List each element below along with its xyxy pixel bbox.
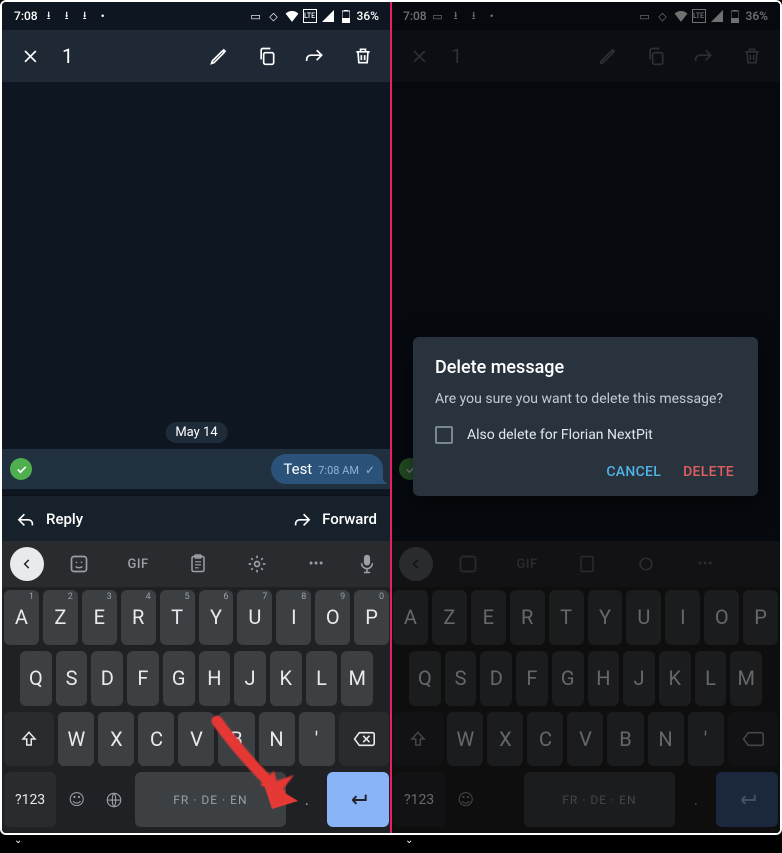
selection-count: 1 xyxy=(62,44,73,68)
keyboard: GIF ••• A1 Z2 E3 R4 T5 Y6 U7 I8 O9 P0 Q … xyxy=(2,541,391,833)
forward-action-button[interactable]: Forward xyxy=(292,510,377,528)
key-t[interactable]: T5 xyxy=(160,590,195,645)
key-o[interactable]: O9 xyxy=(315,590,350,645)
key-i[interactable]: I8 xyxy=(276,590,311,645)
down-icon: ⭳ xyxy=(60,9,74,23)
down-icon: ⭳ xyxy=(78,9,92,23)
key-g[interactable]: G xyxy=(163,651,195,706)
key-n[interactable]: N xyxy=(259,712,295,767)
dot-icon: • xyxy=(96,9,110,23)
key-row-4: ?123 ☺ FR · DE · EN . xyxy=(2,769,391,833)
key-e[interactable]: E3 xyxy=(82,590,117,645)
status-time: 7:08 xyxy=(14,9,38,23)
sent-check-icon: ✓ xyxy=(365,463,375,477)
nav-chevron-icon: ⌄ xyxy=(405,835,413,853)
close-button[interactable] xyxy=(8,34,52,78)
more-button[interactable]: ••• xyxy=(288,541,345,587)
also-delete-label: Also delete for Florian NextPit xyxy=(467,427,653,443)
key-x[interactable]: X xyxy=(98,712,134,767)
selected-check-icon[interactable] xyxy=(10,458,32,480)
key-d[interactable]: D xyxy=(91,651,123,706)
right-pane: 7:08 ▭ ⭳ ⭳ • ▭ ◇ LTE 36% 1 xyxy=(391,2,780,833)
key-r[interactable]: R4 xyxy=(121,590,156,645)
key-y[interactable]: Y6 xyxy=(199,590,234,645)
message-bubble[interactable]: Test 7:08 AM ✓ xyxy=(271,454,383,484)
vibrate-icon: ◇ xyxy=(267,9,281,23)
down-icon: ⭳ xyxy=(42,9,56,23)
message-time: 7:08 AM xyxy=(318,464,359,477)
left-pane: 7:08 ⭳ ⭳ ⭳ • ▭ ◇ LTE 36% 1 xyxy=(2,2,391,833)
gif-button[interactable]: GIF xyxy=(109,541,166,587)
edit-button[interactable] xyxy=(197,34,241,78)
key-a[interactable]: A1 xyxy=(4,590,39,645)
forward-icon xyxy=(292,511,312,527)
clipboard-button[interactable] xyxy=(169,541,226,587)
key-backspace[interactable] xyxy=(339,712,389,767)
reply-button[interactable]: Reply xyxy=(16,510,83,528)
key-l[interactable]: L xyxy=(306,651,338,706)
key-row-2: Q S D F G H J K L M xyxy=(2,648,391,709)
key-b[interactable]: B xyxy=(218,712,254,767)
pane-divider xyxy=(390,2,392,833)
key-row-3: W X C V B N ' xyxy=(2,709,391,770)
copy-button[interactable] xyxy=(245,34,289,78)
selection-action-bar: 1 xyxy=(2,30,391,82)
key-row-1: A1 Z2 E3 R4 T5 Y6 U7 I8 O9 P0 xyxy=(2,587,391,648)
reply-label: Reply xyxy=(46,510,83,528)
reply-forward-bar: Reply Forward xyxy=(2,495,391,541)
date-pill: May 14 xyxy=(165,422,227,443)
signal-icon xyxy=(321,9,335,23)
delete-dialog: Delete message Are you sure you want to … xyxy=(413,337,758,496)
key-space[interactable]: FR · DE · EN xyxy=(135,772,287,827)
key-h[interactable]: H xyxy=(199,651,231,706)
key-language[interactable] xyxy=(97,772,130,827)
key-q[interactable]: Q xyxy=(20,651,52,706)
confirm-delete-button[interactable]: DELETE xyxy=(683,464,734,480)
settings-button[interactable] xyxy=(228,541,285,587)
mic-button[interactable] xyxy=(347,541,387,587)
key-s[interactable]: S xyxy=(56,651,88,706)
key-u[interactable]: U7 xyxy=(237,590,272,645)
sticker-button[interactable] xyxy=(50,541,107,587)
keyboard-collapse-button[interactable] xyxy=(10,547,44,581)
lte-icon: ▭ xyxy=(249,9,263,23)
key-f[interactable]: F xyxy=(127,651,159,706)
battery-icon xyxy=(339,9,353,23)
key-z[interactable]: Z2 xyxy=(43,590,78,645)
key-j[interactable]: J xyxy=(234,651,266,706)
nav-chevron-icon: ⌄ xyxy=(14,835,22,853)
key-period[interactable]: . xyxy=(290,772,323,827)
reply-icon xyxy=(16,511,36,527)
key-symbols[interactable]: ?123 xyxy=(4,772,56,827)
key-apostrophe[interactable]: ' xyxy=(299,712,335,767)
dialog-body: Are you sure you want to delete this mes… xyxy=(435,390,736,410)
key-k[interactable]: K xyxy=(270,651,302,706)
key-p[interactable]: P0 xyxy=(354,590,389,645)
dialog-title: Delete message xyxy=(435,357,736,378)
key-c[interactable]: C xyxy=(138,712,174,767)
message-row[interactable]: Test 7:08 AM ✓ xyxy=(2,449,391,489)
key-v[interactable]: V xyxy=(178,712,214,767)
chat-area: May 14 Test 7:08 AM ✓ xyxy=(2,82,391,495)
key-emoji[interactable]: ☺ xyxy=(60,772,93,827)
keyboard-toolbar: GIF ••• xyxy=(2,541,391,587)
nav-hint: ⌄ ⌄ xyxy=(0,835,782,853)
lte-badge-icon: LTE xyxy=(303,9,317,23)
status-bar: 7:08 ⭳ ⭳ ⭳ • ▭ ◇ LTE 36% xyxy=(2,2,391,30)
battery-percent: 36% xyxy=(357,9,379,23)
cancel-button[interactable]: CANCEL xyxy=(606,464,661,480)
message-text: Test xyxy=(283,460,312,478)
key-enter[interactable] xyxy=(327,772,389,827)
key-w[interactable]: W xyxy=(58,712,94,767)
key-m[interactable]: M xyxy=(341,651,373,706)
checkbox-icon[interactable] xyxy=(435,426,453,444)
forward-label: Forward xyxy=(322,510,377,528)
forward-button[interactable] xyxy=(293,34,337,78)
also-delete-row[interactable]: Also delete for Florian NextPit xyxy=(435,426,736,444)
delete-button[interactable] xyxy=(341,34,385,78)
key-shift[interactable] xyxy=(4,712,54,767)
wifi-icon xyxy=(285,9,299,23)
